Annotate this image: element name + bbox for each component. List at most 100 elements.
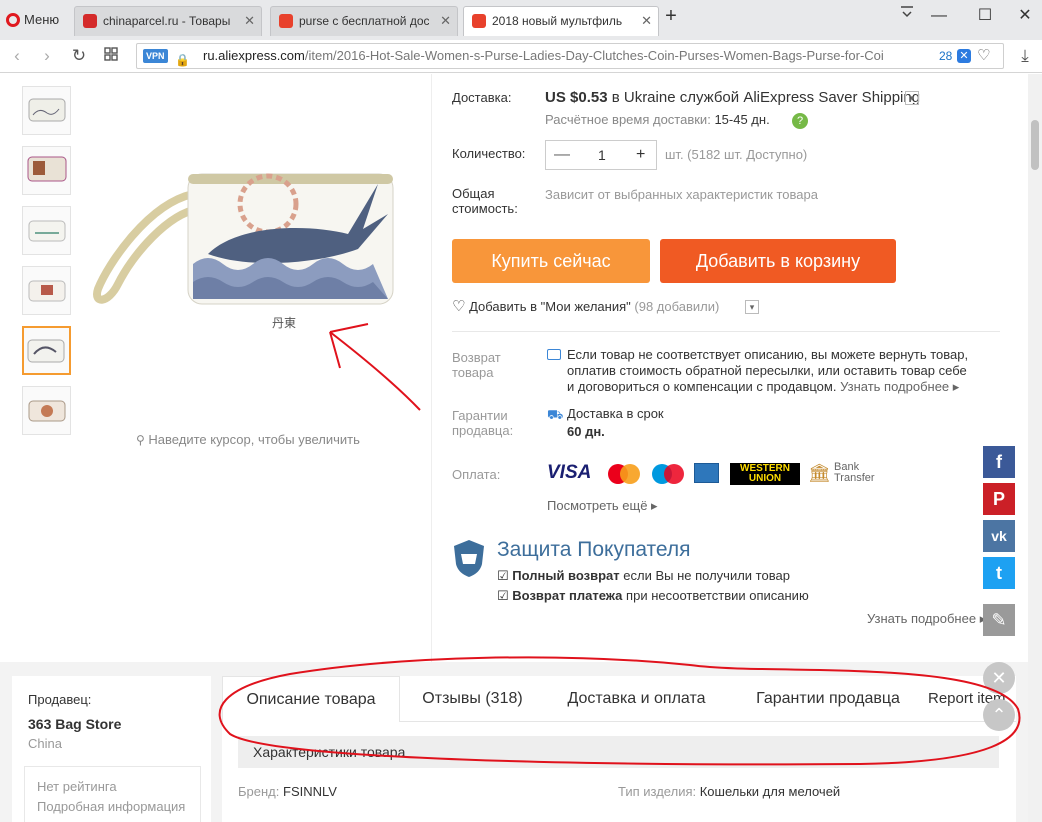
- thumbnail-3[interactable]: [22, 206, 71, 255]
- scrollbar-thumb[interactable]: [1031, 120, 1039, 170]
- checkbox-icon: ☑: [497, 588, 509, 603]
- thumbnail-5-selected[interactable]: [22, 326, 71, 375]
- tracker-count-badge[interactable]: 28: [939, 44, 952, 68]
- thumbnail-1[interactable]: [22, 86, 71, 135]
- magnifier-icon: ⚲: [136, 433, 145, 447]
- protection-more-link[interactable]: Узнать подробнее ▸: [867, 611, 986, 627]
- separator: [452, 331, 1000, 332]
- payment-more-link[interactable]: Посмотреть ещё ▸: [547, 498, 658, 514]
- pinterest-share-icon[interactable]: P: [983, 483, 1015, 515]
- help-icon[interactable]: ?: [792, 113, 808, 129]
- tab-reviews[interactable]: Отзывы (318): [400, 676, 545, 722]
- shipping-label: Доставка:: [452, 90, 512, 105]
- heart-plus-icon: ♡: [452, 298, 466, 315]
- shield-icon: [452, 538, 486, 578]
- quantity-label: Количество:: [452, 146, 526, 161]
- tab-shipping-payment[interactable]: Доставка и оплата: [545, 676, 728, 722]
- quantity-minus-button[interactable]: —: [554, 141, 570, 169]
- seller-name[interactable]: 363 Bag Store: [28, 716, 121, 732]
- wishlist-link[interactable]: ♡ Добавить в "Мои желания" (98 добавили): [452, 297, 719, 315]
- url-input[interactable]: VPN 🔒 ru.aliexpress.com/item/2016-Hot-Sa…: [136, 43, 1004, 69]
- shipping-info: US $0.53 в Ukraine службой AliExpress Sa…: [545, 89, 920, 106]
- close-window-icon[interactable]: ✕: [1010, 4, 1040, 30]
- amex-icon: [694, 463, 719, 483]
- quantity-stepper: — 1 +: [545, 140, 657, 170]
- tab-menu-icon[interactable]: [892, 4, 922, 30]
- address-bar: ‹ › ↻ VPN 🔒 ru.aliexpress.com/item/2016-…: [0, 40, 1042, 73]
- quantity-plus-button[interactable]: +: [636, 141, 645, 169]
- tab-product-active[interactable]: 2018 новый мультфильм ✕: [463, 6, 659, 36]
- forward-icon[interactable]: ›: [34, 43, 60, 69]
- thumbnail-6[interactable]: [22, 386, 71, 435]
- cart-favicon-icon: [83, 14, 97, 28]
- close-circle-icon[interactable]: ✕: [983, 662, 1015, 694]
- vk-share-icon[interactable]: vk: [983, 520, 1015, 552]
- scroll-top-icon[interactable]: ⌃: [983, 699, 1015, 731]
- tab-chinaparcel[interactable]: chinaparcel.ru - Товары и ✕: [74, 6, 262, 36]
- edit-icon[interactable]: ✎: [983, 604, 1015, 636]
- returns-label: Возврат товара: [452, 350, 501, 380]
- tab-label: purse с бесплатной доста: [299, 14, 429, 28]
- product-page: 丹東 ⚲ Наведите курсор, чтобы увеличить До…: [0, 74, 1042, 822]
- back-icon[interactable]: ‹: [4, 43, 30, 69]
- protection-item-1: ☑ Полный возврат если Вы не получили тов…: [497, 568, 790, 583]
- returns-text: Если товар не соответствует описанию, вы…: [567, 347, 969, 394]
- seller-rating: Нет рейтинга: [37, 779, 117, 794]
- delivery-eta: Расчётное время доставки: 15-45 дн.: [545, 112, 770, 127]
- minimize-icon[interactable]: —: [924, 4, 954, 30]
- seller-card: Продавец: 363 Bag Store China Нет рейтин…: [12, 676, 211, 822]
- thumbnail-4[interactable]: [22, 266, 71, 315]
- checkbox-icon: ☑: [497, 568, 509, 583]
- opera-logo-icon: [6, 13, 20, 27]
- western-union-icon: WESTERN UNION: [730, 463, 800, 485]
- add-to-cart-button[interactable]: Добавить в корзину: [660, 239, 896, 283]
- tab-description[interactable]: Описание товара: [222, 676, 400, 722]
- payment-label: Оплата:: [452, 467, 501, 482]
- return-box-icon: [547, 349, 561, 360]
- seller-country: China: [28, 736, 62, 751]
- shipping-price: US $0.53: [545, 89, 608, 106]
- returns-more-link[interactable]: Узнать подробнее ▸: [840, 379, 959, 394]
- brand-row: Бренд: FSINNLV: [238, 784, 337, 799]
- browser-tab-bar: Меню chinaparcel.ru - Товары и ✕ purse с…: [0, 0, 1042, 40]
- twitter-share-icon[interactable]: t: [983, 557, 1015, 589]
- product-caption: 丹東: [272, 316, 297, 330]
- tab-seller-guarantee[interactable]: Гарантии продавца: [728, 676, 928, 722]
- tab-label: chinaparcel.ru - Товары и: [103, 14, 233, 28]
- reload-icon[interactable]: ↻: [66, 43, 92, 69]
- protection-item-2: ☑ Возврат платежа при несоответствии опи…: [497, 588, 809, 603]
- tab-purse-search[interactable]: purse с бесплатной доста ✕: [270, 6, 458, 36]
- zoom-hint: ⚲ Наведите курсор, чтобы увеличить: [136, 432, 360, 447]
- vpn-badge[interactable]: VPN: [143, 49, 168, 63]
- thumbnail-2[interactable]: [22, 146, 71, 195]
- total-value: Зависит от выбранных характеристик товар…: [545, 187, 818, 202]
- quantity-input[interactable]: 1: [598, 141, 606, 169]
- speed-dial-icon[interactable]: [98, 43, 124, 69]
- opera-menu-button[interactable]: Меню: [4, 6, 59, 34]
- bookmark-heart-icon[interactable]: ♡: [977, 44, 990, 68]
- guarantee-days: 60 дн.: [567, 424, 605, 439]
- page-scrollbar[interactable]: [1028, 74, 1042, 822]
- lock-icon[interactable]: 🔒: [175, 48, 190, 68]
- close-tab-icon[interactable]: ✕: [641, 7, 652, 35]
- visa-icon: VISA: [547, 462, 592, 483]
- close-tab-icon[interactable]: ✕: [244, 7, 255, 35]
- tab-label: 2018 новый мультфильм: [492, 14, 622, 28]
- seller-details-link[interactable]: Подробная информация: [37, 799, 185, 814]
- seller-label: Продавец:: [28, 692, 92, 707]
- new-tab-button[interactable]: +: [656, 4, 686, 30]
- facebook-share-icon[interactable]: f: [983, 446, 1015, 478]
- buy-now-button[interactable]: Купить сейчас: [452, 239, 650, 283]
- download-icon[interactable]: ⤓: [1012, 43, 1038, 69]
- type-row: Тип изделия: Кошельки для мелочей: [618, 784, 841, 799]
- total-label: Общая стоимость:: [452, 186, 518, 216]
- shipping-dropdown-icon[interactable]: ▾: [905, 91, 919, 105]
- menu-label: Меню: [24, 12, 60, 27]
- guarantee-text: Доставка в срок: [567, 406, 664, 421]
- close-tab-icon[interactable]: ✕: [440, 7, 451, 35]
- shipping-method: в Ukraine службой AliExpress Saver Shipp…: [611, 89, 921, 106]
- blocker-icon[interactable]: ✕: [957, 49, 971, 63]
- main-product-image[interactable]: [88, 154, 408, 334]
- maximize-icon[interactable]: ☐: [970, 4, 1000, 30]
- wishlist-dropdown-icon[interactable]: ▾: [745, 300, 759, 314]
